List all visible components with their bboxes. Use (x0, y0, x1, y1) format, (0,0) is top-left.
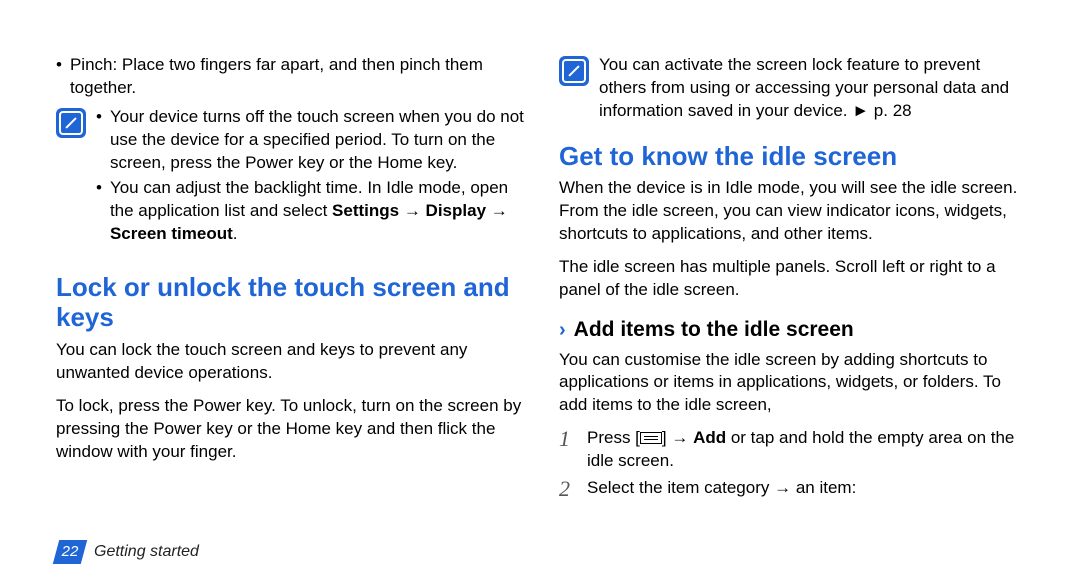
para: The idle screen has multiple panels. Scr… (559, 256, 1030, 302)
page-footer: 22 Getting started (56, 540, 199, 564)
note-content: • Your device turns off the touch screen… (96, 106, 527, 248)
note-text: You can activate the screen lock feature… (599, 55, 1009, 120)
bullet-dot: • (96, 106, 102, 175)
right-column: You can activate the screen lock feature… (559, 54, 1030, 586)
page-number: 22 (56, 540, 84, 564)
step-1: 1 Press [] → Add or tap and hold the emp… (559, 427, 1030, 473)
manual-page: • Pinch: Place two fingers far apart, an… (0, 0, 1080, 586)
bullet-dot: • (56, 54, 62, 100)
step-number: 2 (559, 477, 577, 501)
step-2: 2 Select the item category → an item: (559, 477, 1030, 501)
bullet-text: Pinch: Place two fingers far apart, and … (70, 54, 527, 100)
note-bullet-1: • Your device turns off the touch screen… (96, 106, 527, 175)
note-block: You can activate the screen lock feature… (559, 54, 1030, 123)
step-text-bold: Add (693, 428, 726, 447)
section-title-lock: Lock or unlock the touch screen and keys (56, 272, 527, 333)
subsection-add-items: › Add items to the idle screen (559, 316, 1030, 344)
para: To lock, press the Power key. To unlock,… (56, 395, 527, 464)
subsection-title: Add items to the idle screen (574, 316, 854, 344)
note-block: • Your device turns off the touch screen… (56, 106, 527, 248)
step-text: Press [] → Add or tap and hold the empty… (587, 427, 1030, 473)
note-text: Your device turns off the touch screen w… (110, 106, 527, 175)
bullet-pinch: • Pinch: Place two fingers far apart, an… (56, 54, 527, 100)
para: You can customise the idle screen by add… (559, 349, 1030, 418)
note-text: You can adjust the backlight time. In Id… (110, 177, 527, 246)
para: When the device is in Idle mode, you wil… (559, 177, 1030, 246)
note-icon (56, 108, 86, 138)
page-number-badge: 22 (53, 540, 87, 564)
note-content: You can activate the screen lock feature… (599, 54, 1030, 123)
step-text: Select the item category → an item: (587, 477, 1030, 501)
section-title-idle: Get to know the idle screen (559, 141, 1030, 172)
note-text-post: . (233, 224, 238, 243)
note-bullet-2: • You can adjust the backlight time. In … (96, 177, 527, 246)
para: You can lock the touch screen and keys t… (56, 339, 527, 385)
step-text-mid: ] → (662, 428, 693, 447)
bullet-dot: • (96, 177, 102, 246)
menu-key-icon (640, 432, 662, 444)
footer-section-name: Getting started (94, 543, 199, 561)
chevron-right-icon: › (559, 317, 566, 344)
step-number: 1 (559, 427, 577, 473)
left-column: • Pinch: Place two fingers far apart, an… (56, 54, 527, 586)
step-text-pre: Press [ (587, 428, 640, 447)
note-icon (559, 56, 589, 86)
